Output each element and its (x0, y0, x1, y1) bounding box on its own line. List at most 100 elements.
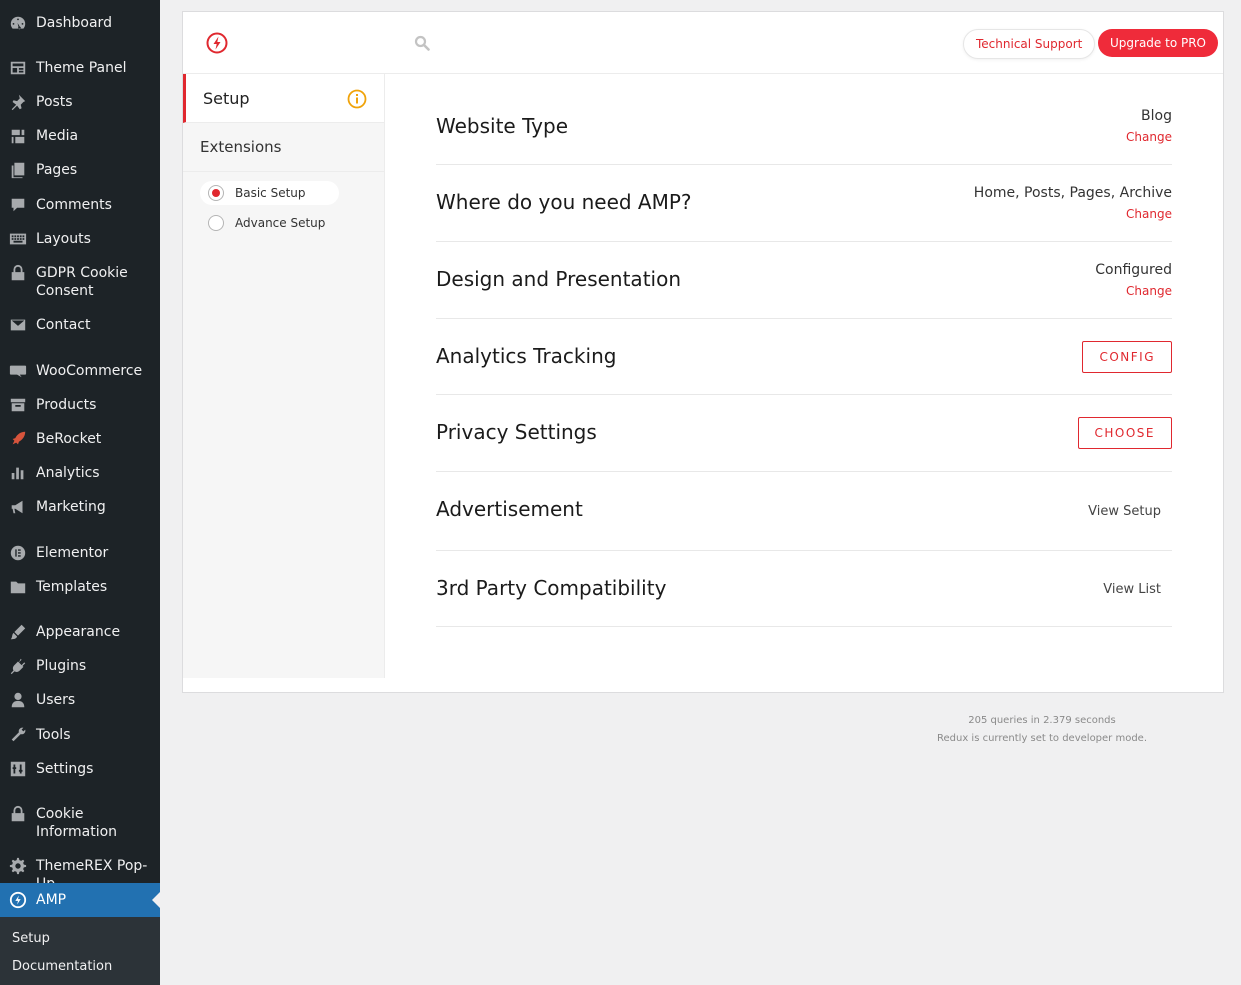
plug-icon (0, 657, 36, 675)
redux-notice: Redux is currently set to developer mode… (936, 733, 1148, 744)
query-stats: 205 queries in 2.379 seconds (968, 715, 1116, 726)
menu-posts[interactable]: Posts (0, 93, 160, 111)
panel-header: Technical Support Upgrade to PRO (183, 12, 1223, 74)
submenu-documentation[interactable]: Documentation (12, 959, 112, 974)
lock-icon (0, 805, 36, 823)
nav-setup[interactable]: Setup (183, 74, 384, 123)
row-value: Blog (1141, 108, 1172, 124)
wrench-icon (0, 726, 36, 744)
comments-icon (0, 196, 36, 214)
technical-support-button[interactable]: Technical Support (963, 29, 1096, 59)
amp-bolt-icon (0, 891, 36, 909)
menu-label: Users (36, 692, 76, 708)
dashboard-icon (0, 14, 36, 32)
menu-label: Elementor (36, 545, 109, 561)
pages-icon (0, 161, 36, 179)
menu-label: Plugins (36, 658, 87, 674)
menu-label: Cookie Information (36, 806, 118, 840)
menu-label: Products (36, 397, 97, 413)
row-value: Configured (1095, 262, 1172, 278)
menu-theme-panel[interactable]: Theme Panel (0, 59, 160, 77)
menu-products[interactable]: Products (0, 396, 160, 414)
nav-extensions[interactable]: Extensions (183, 123, 384, 172)
row-title: Analytics Tracking (436, 344, 617, 368)
menu-layouts[interactable]: Layouts (0, 230, 160, 248)
view-list-link[interactable]: View List (1103, 582, 1161, 597)
menu-cookie-information[interactable]: Cookie Information (0, 805, 160, 841)
basic-setup-radio[interactable]: Basic Setup (200, 181, 339, 205)
row-where-amp: Where do you need AMP? Home, Posts, Page… (436, 165, 1172, 242)
admin-sidebar: Dashboard Theme Panel Posts Media Pages … (0, 0, 160, 985)
menu-media[interactable]: Media (0, 127, 160, 145)
menu-label: Posts (36, 94, 73, 110)
folder-icon (0, 578, 36, 596)
menu-label: BeRocket (36, 431, 102, 447)
menu-pages[interactable]: Pages (0, 161, 160, 179)
menu-tools[interactable]: Tools (0, 726, 160, 744)
menu-label: Settings (36, 761, 94, 777)
menu-settings[interactable]: Settings (0, 760, 160, 778)
row-title: Website Type (436, 114, 569, 138)
nav-setup-label: Setup (203, 89, 250, 108)
pin-icon (0, 93, 36, 111)
menu-gdpr[interactable]: GDPR Cookie Consent (0, 264, 160, 300)
advance-setup-radio[interactable]: Advance Setup (200, 211, 339, 235)
settings-icon (0, 760, 36, 778)
keyboard-icon (0, 230, 36, 248)
row-advertisement: Advertisement View Setup (436, 472, 1172, 551)
view-setup-link[interactable]: View Setup (1088, 504, 1161, 519)
media-icon (0, 127, 36, 145)
nav-extensions-label: Extensions (200, 138, 282, 156)
menu-label: Dashboard (36, 15, 112, 31)
change-link[interactable]: Change (1126, 130, 1172, 144)
radio-dot (208, 215, 224, 231)
menu-comments[interactable]: Comments (0, 196, 160, 214)
archive-icon (0, 396, 36, 414)
menu-label: AMP (36, 892, 67, 908)
search-icon[interactable] (414, 35, 430, 51)
menu-dashboard[interactable]: Dashboard (0, 14, 160, 32)
menu-woocommerce[interactable]: WooCommerce (0, 362, 160, 380)
info-icon[interactable] (347, 89, 367, 109)
submenu-setup[interactable]: Setup (12, 931, 50, 946)
row-title: Privacy Settings (436, 420, 597, 444)
menu-contact[interactable]: Contact (0, 316, 160, 334)
radio-dot-selected (208, 185, 224, 201)
radio-label: Advance Setup (235, 216, 326, 230)
user-icon (0, 691, 36, 709)
menu-templates[interactable]: Templates (0, 578, 160, 596)
change-link[interactable]: Change (1126, 207, 1172, 221)
row-design: Design and Presentation Configured Chang… (436, 242, 1172, 319)
amp-options-panel: Technical Support Upgrade to PRO Setup E… (182, 11, 1224, 693)
theme-panel-icon (0, 59, 36, 77)
elementor-icon (0, 544, 36, 562)
menu-label: Tools (36, 727, 71, 743)
menu-analytics[interactable]: Analytics (0, 464, 160, 482)
config-button[interactable]: CONFIG (1082, 341, 1172, 373)
row-analytics: Analytics Tracking CONFIG (436, 319, 1172, 395)
rocket-icon (0, 430, 36, 448)
menu-elementor[interactable]: Elementor (0, 544, 160, 562)
mail-icon (0, 316, 36, 334)
row-title: Advertisement (436, 497, 583, 521)
menu-users[interactable]: Users (0, 691, 160, 709)
row-value: Home, Posts, Pages, Archive (973, 185, 1172, 201)
upgrade-pro-button[interactable]: Upgrade to PRO (1098, 29, 1218, 57)
menu-marketing[interactable]: Marketing (0, 498, 160, 516)
row-title: 3rd Party Compatibility (436, 576, 667, 600)
brush-icon (0, 623, 36, 641)
menu-plugins[interactable]: Plugins (0, 657, 160, 675)
change-link[interactable]: Change (1126, 284, 1172, 298)
lock-icon (0, 264, 36, 282)
menu-appearance[interactable]: Appearance (0, 623, 160, 641)
setup-nav: Setup Extensions Basic Setup Advance Set… (183, 74, 385, 678)
menu-label: Contact (36, 317, 91, 333)
menu-label: Media (36, 128, 79, 144)
menu-amp[interactable]: AMP (0, 883, 160, 917)
menu-berocket[interactable]: BeRocket (0, 430, 160, 448)
gear-icon (0, 857, 36, 875)
row-title: Where do you need AMP? (436, 190, 692, 214)
menu-label: Theme Panel (36, 60, 127, 76)
choose-button[interactable]: CHOOSE (1077, 417, 1172, 449)
megaphone-icon (0, 498, 36, 516)
